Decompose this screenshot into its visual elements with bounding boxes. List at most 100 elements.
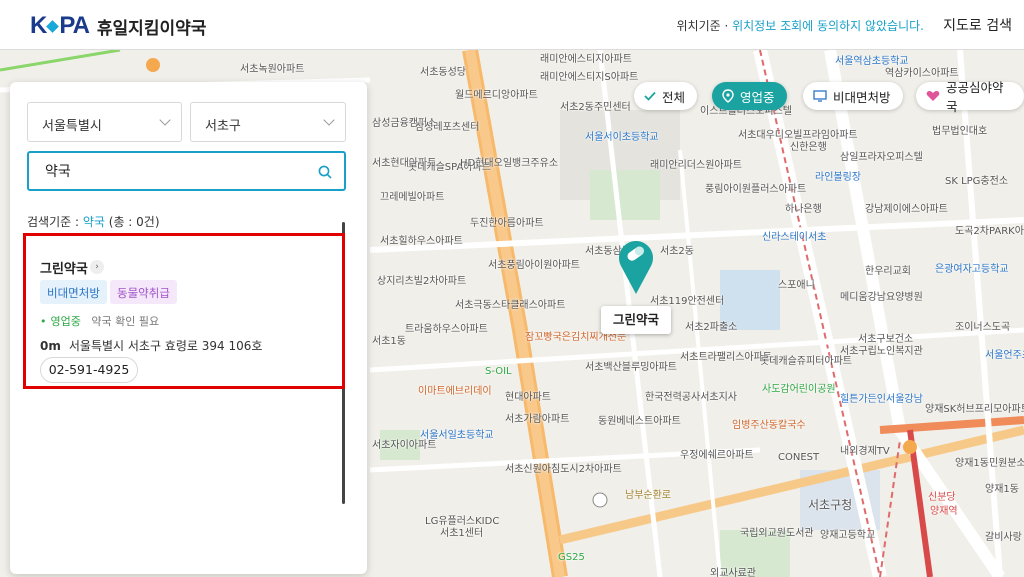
map-label: 서초2동 xyxy=(660,246,694,257)
map-label: 임병주산동칼국수 xyxy=(732,420,806,431)
map-label: 트라움하우스아파트 xyxy=(405,324,488,335)
chip-all[interactable]: 전체 xyxy=(634,82,698,110)
pharmacy-list: 그린약국 › 비대면처방 동물약취급 • 영업중 약국 확인 필요 0m 서울특별시… xyxy=(10,232,350,562)
search-criteria: 검색기준 : 약국 (총 : 0건) xyxy=(27,213,160,230)
map-search-button[interactable]: 지도로 검색 xyxy=(943,15,1012,35)
location-prefix: 위치기준 · xyxy=(676,19,733,33)
map-label: 두진한아름아파트 xyxy=(470,218,544,229)
map-label: 갈비사랑 xyxy=(985,532,1022,543)
chip-night-pharmacy[interactable]: 공공심야약국 xyxy=(916,80,1024,114)
app-header: K PA 휴일지킴이약국 위치기준 · 위치정보 조회에 동의하지 않았습니다. … xyxy=(0,0,1024,50)
distance: 0m xyxy=(40,339,61,353)
map-label: HD현대오일뱅크주유소 xyxy=(460,158,559,169)
district-select-value: 서초구 xyxy=(205,119,241,134)
district-select[interactable]: 서초구 xyxy=(190,102,346,142)
status-open: 영업중 xyxy=(50,315,81,328)
map-label: 라인볼링장 xyxy=(815,172,861,183)
chip-label: 전체 xyxy=(662,89,686,105)
search-panel: 서울특별시 서초구 검색기준 : 약국 (총 : 0건) 그린약국 › 비대면처… xyxy=(10,82,367,574)
criteria-label: 검색기준 : xyxy=(27,215,83,229)
map-label: 서초백산블루밍아파트 xyxy=(585,362,677,373)
map-label: 삼성레포츠센터 xyxy=(415,122,480,133)
criteria-keyword: 약국 xyxy=(82,215,105,229)
map-label: 양재고등학교 xyxy=(820,530,876,541)
city-select[interactable]: 서울특별시 xyxy=(27,102,182,142)
map-label: 서초구청 xyxy=(808,498,853,512)
map-label: 서초힐하우스아파트 xyxy=(380,236,463,247)
map-label: 롯데캐슬쥬피터아파트 xyxy=(760,356,852,367)
map-label: 국립외교원도서관 xyxy=(740,528,814,539)
monitor-icon xyxy=(813,90,827,102)
map-label: 메디움강남요양병원 xyxy=(840,292,923,303)
map-label: CONEST xyxy=(778,452,820,463)
address: 0m 서울특별시 서초구 효령로 394 106호 xyxy=(40,337,262,354)
map-label: 래미안에스티지아파트 xyxy=(540,54,632,65)
map-label: 이마트에브리데이 xyxy=(418,386,492,397)
chip-label: 비대면처방 xyxy=(833,89,891,105)
chevron-down-icon xyxy=(323,114,335,126)
map-label: 상지리츠빌2차아파트 xyxy=(377,276,467,287)
chevron-down-icon xyxy=(159,114,171,126)
chip-label: 영업중 xyxy=(740,89,775,105)
app-title: 휴일지킴이약국 xyxy=(96,18,207,39)
map-label: 양재SK허브프리모아파트 xyxy=(925,404,1024,415)
chevron-right-icon[interactable]: › xyxy=(90,260,104,274)
map-label: 신분당 xyxy=(928,492,956,503)
phone-button[interactable]: 02-591-4925 xyxy=(40,357,138,383)
map-label: 서초녹원아파트 xyxy=(240,64,305,75)
city-select-value: 서울특별시 xyxy=(42,119,102,134)
map-label: 서초극동스타클래스아파트 xyxy=(455,300,566,311)
map-label: 서초2파출소 xyxy=(685,322,738,333)
location-pin-icon xyxy=(722,89,734,103)
map-label: 서초2동주민센터 xyxy=(560,102,631,113)
map-label: 서울언주초등학교 xyxy=(985,350,1024,361)
map-label: 외교사료관 xyxy=(710,568,756,577)
map-label: 래미안에스티지S아파트 xyxy=(540,72,639,83)
map-label: 내외경제TV xyxy=(840,446,890,457)
pill-marker-icon xyxy=(619,241,653,294)
check-icon xyxy=(644,90,656,102)
tag-remote-prescription: 비대면처방 xyxy=(40,280,107,304)
map-label: 신한은행 xyxy=(790,142,827,153)
heart-icon xyxy=(926,90,940,102)
map-label: 양재1동 xyxy=(985,484,1019,495)
map-label: 양재1동민원분소 xyxy=(955,458,1024,469)
map-label: 강남제이에스아파트 xyxy=(865,204,948,215)
map-label: 풍림아이원플러스아파트 xyxy=(705,184,807,195)
logo[interactable]: K PA 휴일지킴이약국 xyxy=(30,12,206,40)
map-label: 조이너스도곡 xyxy=(955,322,1011,333)
map-label: 끄레메빌아파트 xyxy=(380,192,445,203)
map-label: 신라스테이서초 xyxy=(762,232,827,243)
map-label: S-OIL xyxy=(485,366,512,377)
kpa-logo-icon: K PA xyxy=(30,12,90,39)
pharmacy-map-marker[interactable] xyxy=(615,232,657,300)
tag-veterinary: 동물약취급 xyxy=(110,280,177,304)
map-label: 사도감어린이공원 xyxy=(762,384,836,395)
map-label: 동원베네스트아파트 xyxy=(598,416,681,427)
chip-remote-prescription[interactable]: 비대면처방 xyxy=(803,82,903,110)
map-label: 스포애니 xyxy=(778,280,815,291)
chip-open-now[interactable]: 영업중 xyxy=(712,82,787,110)
map-label: 한국전력공사서초지사 xyxy=(645,392,737,403)
map-label: 서초가람아파트 xyxy=(505,414,570,425)
map-label: 우정에쉐르아파트 xyxy=(680,450,754,461)
map-label: 서초자이아파트 xyxy=(372,440,437,451)
location-consent-link[interactable]: 위치정보 조회에 동의하지 않았습니다. xyxy=(732,19,924,33)
map-label: 서초풍림아이원아파트 xyxy=(488,260,580,271)
map-label: 남부순환로 xyxy=(625,490,671,501)
map-label: 한우리교회 xyxy=(865,266,911,277)
search-input[interactable] xyxy=(45,163,295,179)
map-label: 도곡2차PARK아파트 xyxy=(955,226,1024,237)
map-label: 하나은행 xyxy=(785,204,822,215)
status: • 영업중 약국 확인 필요 xyxy=(40,315,160,328)
map-label: 힐튼가든인서울강남 xyxy=(840,394,923,405)
marker-label[interactable]: 그린약국 xyxy=(601,306,672,334)
chip-label: 공공심야약국 xyxy=(946,80,1004,114)
map-label: 서초1센터 xyxy=(440,528,484,539)
map-label: SK LPG충전소 xyxy=(945,176,1009,187)
map-label: 삼일프라자오피스텔 xyxy=(840,152,923,163)
list-item[interactable]: 그린약국 › 비대면처방 동물약취급 • 영업중 약국 확인 필요 0m 서울특별시… xyxy=(23,233,345,396)
map-label: 서초구립노인복지관 xyxy=(840,346,923,357)
search-icon[interactable] xyxy=(318,164,332,179)
pharmacy-name[interactable]: 그린약국 xyxy=(40,258,88,277)
